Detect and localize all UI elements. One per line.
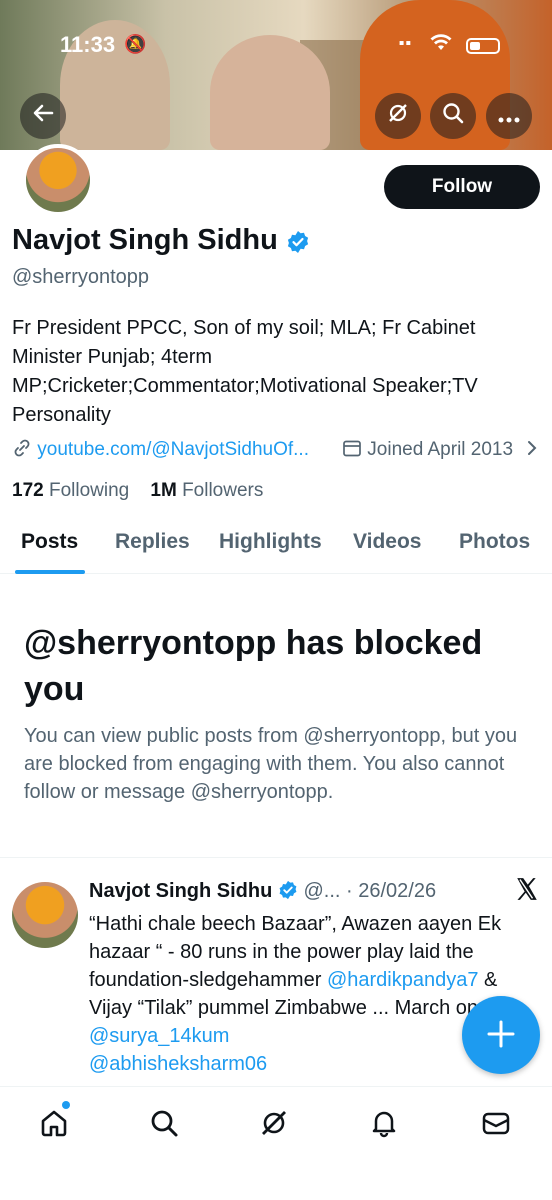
post-date: · 26/02/26 bbox=[346, 880, 437, 902]
grok-icon bbox=[387, 102, 409, 130]
nav-home[interactable] bbox=[34, 1105, 74, 1145]
nav-messages[interactable] bbox=[476, 1105, 516, 1145]
tab-highlights[interactable]: Highlights bbox=[219, 530, 322, 554]
profile-link-text: youtube.com/@NavjotSidhuOf... bbox=[37, 439, 309, 460]
profile-handle: @sherryontopp bbox=[12, 266, 150, 288]
post-handle: @... bbox=[303, 880, 341, 902]
profile-bio: Fr President PPCC, Son of my soil; MLA; … bbox=[12, 317, 478, 426]
bell-icon bbox=[369, 1108, 399, 1143]
bell-muted-icon: 🔕 bbox=[124, 34, 147, 54]
profile-meta: youtube.com/@NavjotSidhuOf... Joined Apr… bbox=[12, 438, 542, 466]
follow-button[interactable]: Follow bbox=[384, 165, 540, 209]
profile-avatar[interactable] bbox=[22, 144, 94, 216]
profile-name: Navjot Singh Sidhu bbox=[12, 224, 278, 256]
status-bar: 11:33 🔕 ▪▪ bbox=[0, 30, 552, 60]
tab-posts[interactable]: Posts bbox=[21, 530, 78, 554]
grok-button[interactable] bbox=[375, 93, 421, 139]
grok-icon bbox=[259, 1108, 289, 1143]
post-body[interactable]: “Hathi chale beech Bazaar”, Awazen aayen… bbox=[89, 910, 509, 1078]
search-icon bbox=[149, 1108, 179, 1143]
plus-icon bbox=[486, 1010, 516, 1060]
nav-grok[interactable] bbox=[254, 1105, 294, 1145]
following-stat[interactable]: 172 Following bbox=[12, 480, 129, 501]
post-mention-surya[interactable]: @surya_14kum bbox=[89, 1025, 229, 1047]
post-mention-hardik[interactable]: @hardikpandya7 bbox=[327, 969, 479, 991]
search-button[interactable] bbox=[430, 93, 476, 139]
more-dots-icon bbox=[498, 103, 520, 129]
chevron-right-icon[interactable] bbox=[526, 438, 538, 461]
followers-count: 1M bbox=[150, 480, 177, 501]
profile-link[interactable]: youtube.com/@NavjotSidhuOf... bbox=[12, 438, 309, 461]
compose-button[interactable] bbox=[462, 996, 540, 1074]
profile-joined: Joined April 2013 bbox=[342, 438, 513, 461]
profile-tabs: Posts Replies Highlights Videos Photos bbox=[0, 520, 552, 574]
calendar-icon bbox=[342, 439, 367, 460]
tab-active-indicator bbox=[15, 570, 85, 574]
post-mention-abhishek[interactable]: @abhisheksharm06 bbox=[89, 1053, 267, 1075]
post-avatar[interactable] bbox=[12, 882, 78, 948]
search-icon bbox=[442, 102, 464, 130]
nav-search[interactable] bbox=[144, 1105, 184, 1145]
profile-name-row: Navjot Singh Sidhu bbox=[12, 224, 310, 257]
wifi-icon bbox=[430, 33, 452, 56]
tab-videos[interactable]: Videos bbox=[353, 530, 421, 554]
joined-text: Joined April 2013 bbox=[367, 439, 514, 460]
following-count: 172 bbox=[12, 480, 44, 501]
blocked-text: You can view public posts from @sherryon… bbox=[24, 725, 518, 803]
link-icon bbox=[12, 439, 37, 460]
envelope-icon bbox=[481, 1108, 511, 1143]
post-author[interactable]: Navjot Singh Sidhu bbox=[89, 880, 272, 902]
nav-notifications[interactable] bbox=[364, 1105, 404, 1145]
verified-badge-icon bbox=[278, 880, 304, 902]
divider bbox=[0, 857, 552, 858]
post-header: Navjot Singh Sidhu @... · 26/02/26 bbox=[89, 880, 539, 908]
signal-icon: ▪▪ bbox=[398, 35, 412, 52]
home-notification-dot bbox=[62, 1101, 70, 1109]
verified-badge-icon[interactable] bbox=[286, 229, 310, 253]
status-time: 11:33 bbox=[60, 32, 116, 57]
arrow-left-icon bbox=[32, 102, 54, 130]
battery-icon bbox=[466, 38, 500, 54]
home-icon bbox=[38, 1107, 70, 1144]
blocked-title: @sherryontopp has blocked you bbox=[24, 624, 483, 708]
back-button[interactable] bbox=[20, 93, 66, 139]
x-logo-icon bbox=[514, 876, 540, 909]
more-button[interactable] bbox=[486, 93, 532, 139]
followers-stat[interactable]: 1M Followers bbox=[150, 480, 263, 501]
followers-label: Followers bbox=[182, 480, 264, 501]
bottom-nav bbox=[0, 1086, 552, 1200]
tab-replies[interactable]: Replies bbox=[115, 530, 190, 554]
profile-stats: 172 Following 1M Followers bbox=[12, 480, 263, 502]
following-label: Following bbox=[48, 480, 130, 501]
tab-photos[interactable]: Photos bbox=[459, 530, 530, 554]
